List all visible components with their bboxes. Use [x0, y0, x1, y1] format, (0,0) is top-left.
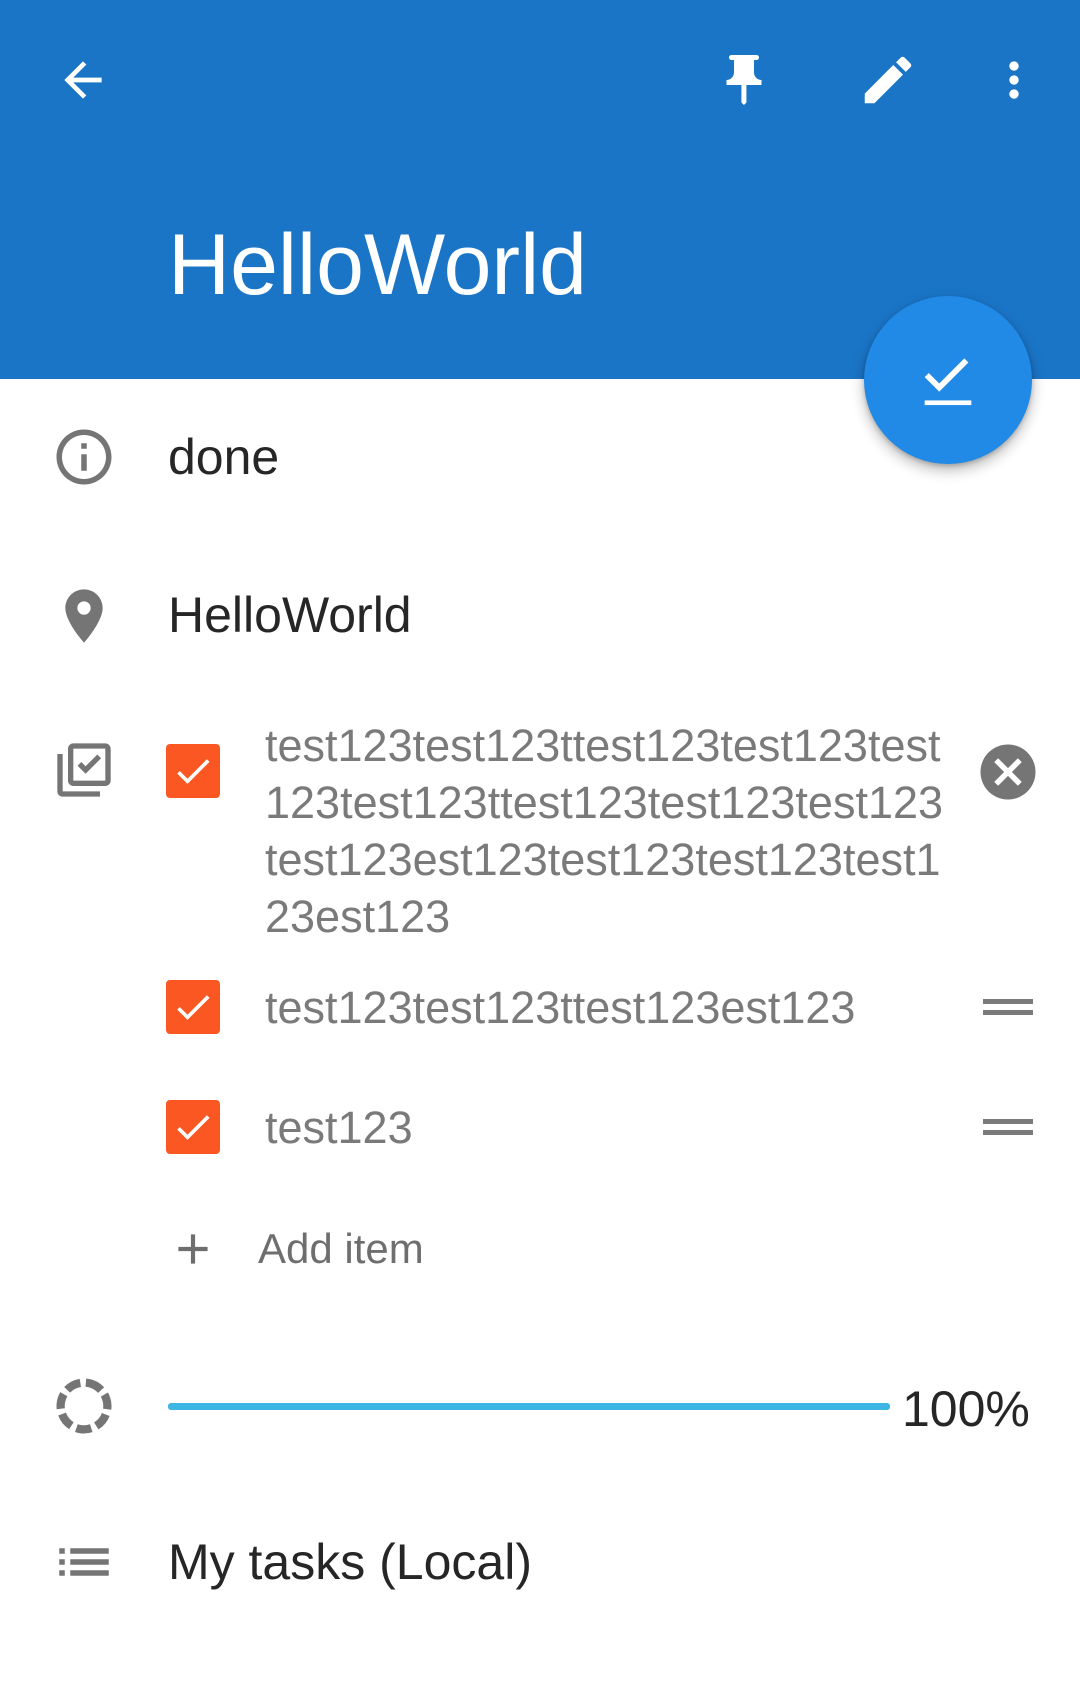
checklist-item-3-text[interactable]: test123 — [265, 1099, 955, 1156]
checklist-item-1-remove-button[interactable] — [972, 736, 1044, 808]
checklist-item-1-checkbox[interactable] — [166, 744, 220, 798]
checkmark-icon — [177, 995, 210, 1020]
checklist-item-2-drag-handle[interactable] — [983, 996, 1033, 1018]
checklist-item-3-checkbox[interactable] — [166, 1100, 220, 1154]
back-button[interactable] — [47, 44, 119, 116]
checklist-item-1-text[interactable]: test123test123ttest123test123test123test… — [265, 717, 955, 945]
more-vert-icon — [1009, 61, 1019, 99]
plus-icon — [178, 1234, 208, 1264]
mark-done-button[interactable] — [864, 296, 1032, 464]
pin-button[interactable] — [708, 44, 780, 116]
pin-icon — [726, 55, 762, 105]
progress-row-icon — [48, 1370, 120, 1442]
cancel-icon — [980, 744, 1036, 800]
pencil-icon — [864, 56, 912, 104]
checklist-item-2-checkbox[interactable] — [166, 980, 220, 1034]
progress-bar[interactable] — [168, 1403, 890, 1410]
more-options-button[interactable] — [978, 44, 1050, 116]
info-icon — [56, 429, 112, 485]
list-icon — [59, 1548, 109, 1576]
checklist-item-2-text[interactable]: test123test123ttest123est123 — [265, 979, 955, 1036]
location-row-icon — [48, 580, 120, 652]
location-pin-icon — [65, 589, 103, 643]
add-item-label: Add item — [258, 1225, 424, 1272]
checklist-row-icon — [48, 734, 120, 806]
done-icon — [924, 358, 972, 406]
list-row-icon — [48, 1526, 120, 1598]
progress-percentage: 100% — [902, 1381, 1030, 1437]
checklist-item-3-drag-handle[interactable] — [983, 1116, 1033, 1138]
progress-icon — [56, 1378, 112, 1434]
checkmark-icon — [177, 1115, 210, 1140]
status-row-icon — [48, 421, 120, 493]
arrow-back-icon — [64, 61, 102, 99]
add-item-button[interactable]: Add item — [168, 1214, 424, 1284]
progress-bar-fill — [168, 1403, 890, 1410]
page-title: HelloWorld — [168, 217, 587, 313]
location-value[interactable]: HelloWorld — [168, 588, 412, 643]
edit-button[interactable] — [852, 44, 924, 116]
checklist-icon — [57, 743, 111, 797]
list-value[interactable]: My tasks (Local) — [168, 1535, 532, 1590]
checkmark-icon — [177, 759, 210, 784]
status-value[interactable]: done — [168, 430, 279, 485]
